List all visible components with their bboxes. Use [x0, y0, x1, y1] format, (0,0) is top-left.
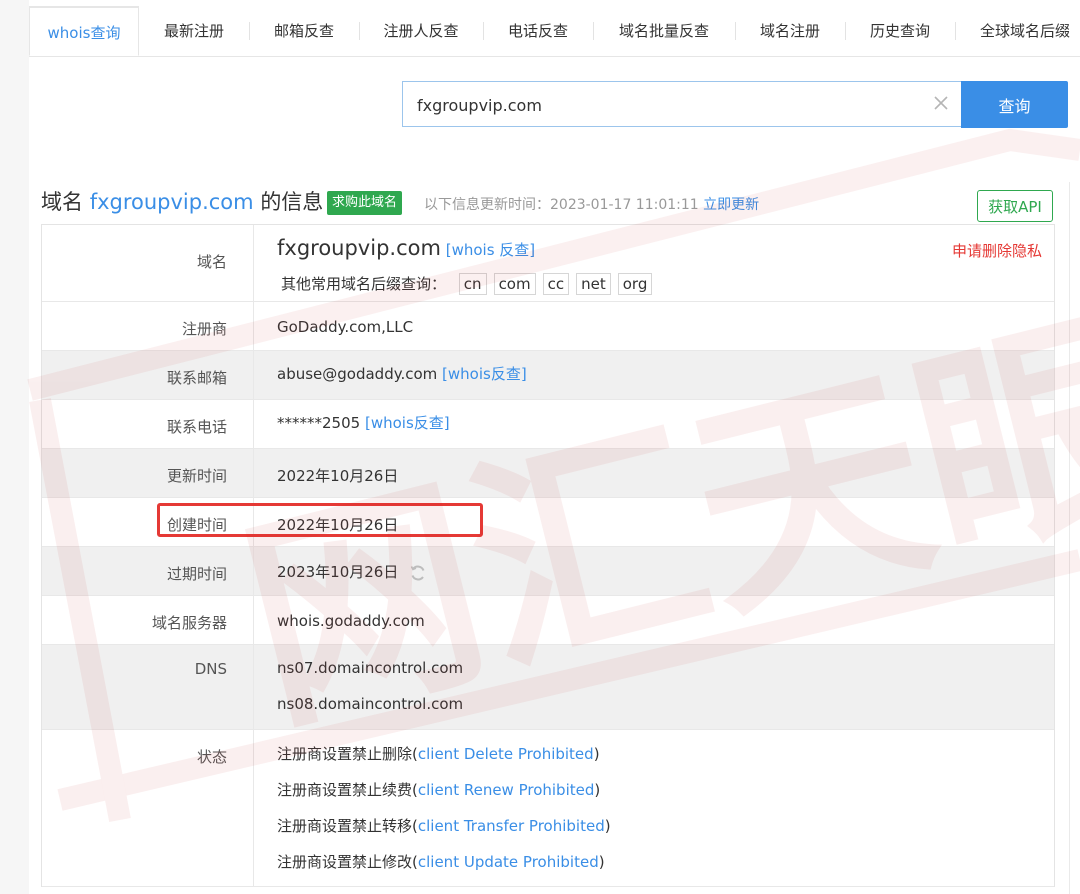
- tab-batch-reverse[interactable]: 域名批量反查: [593, 6, 735, 56]
- suffix-com[interactable]: com: [493, 273, 536, 295]
- divider: [1069, 182, 1070, 894]
- value-expires: 2023年10月26日: [254, 547, 1054, 595]
- delete-privacy-link[interactable]: 申请删除隐私: [952, 240, 1042, 261]
- search-box: [402, 81, 962, 127]
- value-updated: 2022年10月26日: [277, 467, 399, 485]
- value-dns: ns07.domaincontrol.com ns08.domaincontro…: [254, 645, 1054, 729]
- status-code-link[interactable]: client Update Prohibited: [418, 853, 599, 871]
- status-item: 注册商设置禁止删除(client Delete Prohibited): [277, 745, 600, 763]
- update-time: 2023-01-17 11:01:11: [550, 197, 699, 213]
- value-status: 注册商设置禁止删除(client Delete Prohibited) 注册商设…: [254, 730, 1054, 886]
- value-registrar: GoDaddy.com,LLC: [277, 318, 414, 336]
- search-button[interactable]: 查询: [961, 81, 1068, 128]
- suffix-net[interactable]: net: [576, 273, 611, 295]
- label-whois-server: 域名服务器: [42, 596, 254, 644]
- status-text: 注册商设置禁止转移: [277, 817, 413, 835]
- value-whois-server: whois.godaddy.com: [277, 612, 425, 630]
- tab-phone-reverse[interactable]: 电话反查: [483, 6, 593, 56]
- page-title: 域名 fxgroupvip.com 的信息: [41, 186, 323, 216]
- row-registrar: 注册商 GoDaddy.com,LLC: [42, 302, 1054, 351]
- row-expires: 过期时间 2023年10月26日: [42, 547, 1054, 596]
- suffix-label: 其他常用域名后缀查询：: [281, 275, 447, 293]
- tab-domain-register[interactable]: 域名注册: [735, 6, 845, 56]
- status-code-link[interactable]: client Transfer Prohibited: [418, 817, 605, 835]
- row-updated: 更新时间 2022年10月26日: [42, 449, 1054, 498]
- suffix-cn[interactable]: cn: [458, 273, 487, 295]
- tab-latest-registration[interactable]: 最新注册: [139, 6, 249, 56]
- tab-email-reverse[interactable]: 邮箱反查: [249, 6, 359, 56]
- status-code-link[interactable]: client Delete Prohibited: [418, 745, 594, 763]
- whois-reverse-link[interactable]: [whois 反查]: [446, 241, 535, 259]
- expires-value: 2023年10月26日: [277, 563, 399, 581]
- email-value: abuse@godaddy.com: [277, 365, 438, 383]
- search-input[interactable]: [415, 90, 919, 120]
- row-status: 状态 注册商设置禁止删除(client Delete Prohibited) 注…: [42, 730, 1054, 887]
- row-domain: 域名 fxgroupvip.com [whois 反查] 申请删除隐私 其他常用…: [42, 225, 1054, 302]
- label-dns: DNS: [42, 645, 254, 729]
- buy-domain-button[interactable]: 求购此域名: [327, 191, 403, 215]
- refresh-icon[interactable]: [409, 564, 427, 582]
- status-code-link[interactable]: client Renew Prohibited: [418, 781, 595, 799]
- value-email: abuse@godaddy.com [whois反查]: [254, 351, 1054, 399]
- refresh-now-link[interactable]: 立即更新: [703, 197, 759, 213]
- title-domain: fxgroupvip.com: [89, 190, 254, 214]
- tab-registrant-reverse[interactable]: 注册人反查: [359, 6, 483, 56]
- label-expires: 过期时间: [42, 547, 254, 595]
- update-info: 以下信息更新时间：2023-01-17 11:01:11 立即更新: [424, 194, 759, 214]
- whois-table: 域名 fxgroupvip.com [whois 反查] 申请删除隐私 其他常用…: [41, 224, 1055, 887]
- clear-icon[interactable]: [932, 94, 950, 112]
- status-text: 注册商设置禁止修改: [277, 853, 413, 871]
- title-prefix: 域名: [41, 190, 83, 214]
- dns-server: ns08.domaincontrol.com: [277, 695, 464, 713]
- row-dns: DNS ns07.domaincontrol.com ns08.domainco…: [42, 645, 1054, 730]
- tab-bar: whois查询 最新注册 邮箱反查 注册人反查 电话反查 域名批量反查 域名注册…: [29, 0, 1080, 57]
- status-item: 注册商设置禁止转移(client Transfer Prohibited): [277, 817, 611, 835]
- suffix-cc[interactable]: cc: [542, 273, 570, 295]
- row-phone: 联系电话 ******2505 [whois反查]: [42, 400, 1054, 449]
- page: whois查询 最新注册 邮箱反查 注册人反查 电话反查 域名批量反查 域名注册…: [29, 0, 1080, 894]
- dns-server: ns07.domaincontrol.com: [277, 659, 464, 677]
- label-updated: 更新时间: [42, 449, 254, 497]
- title-suffix: 的信息: [260, 190, 324, 214]
- label-registrar: 注册商: [42, 302, 254, 350]
- status-item: 注册商设置禁止续费(client Renew Prohibited): [277, 781, 601, 799]
- tab-global-suffix[interactable]: 全球域名后缀: [955, 6, 1080, 56]
- phone-reverse-link[interactable]: [whois反查]: [365, 414, 450, 432]
- tab-history[interactable]: 历史查询: [845, 6, 955, 56]
- label-status: 状态: [42, 730, 254, 886]
- domain-name: fxgroupvip.com: [277, 236, 441, 260]
- highlight-box: [157, 503, 483, 537]
- status-text: 注册商设置禁止续费: [277, 781, 413, 799]
- row-whois-server: 域名服务器 whois.godaddy.com: [42, 596, 1054, 645]
- suffix-org[interactable]: org: [617, 273, 653, 295]
- value-domain: fxgroupvip.com [whois 反查] 申请删除隐私 其他常用域名后…: [254, 225, 1054, 301]
- value-phone: ******2505 [whois反查]: [254, 400, 1054, 448]
- label-email: 联系邮箱: [42, 351, 254, 399]
- label-domain: 域名: [42, 225, 254, 301]
- update-label: 以下信息更新时间：: [424, 197, 550, 213]
- email-reverse-link[interactable]: [whois反查]: [442, 365, 527, 383]
- label-phone: 联系电话: [42, 400, 254, 448]
- tab-whois[interactable]: whois查询: [29, 6, 139, 56]
- get-api-button[interactable]: 获取API: [977, 190, 1053, 222]
- phone-value: ******2505: [277, 414, 361, 432]
- row-email: 联系邮箱 abuse@godaddy.com [whois反查]: [42, 351, 1054, 400]
- status-text: 注册商设置禁止删除: [277, 745, 413, 763]
- status-item: 注册商设置禁止修改(client Update Prohibited): [277, 853, 605, 871]
